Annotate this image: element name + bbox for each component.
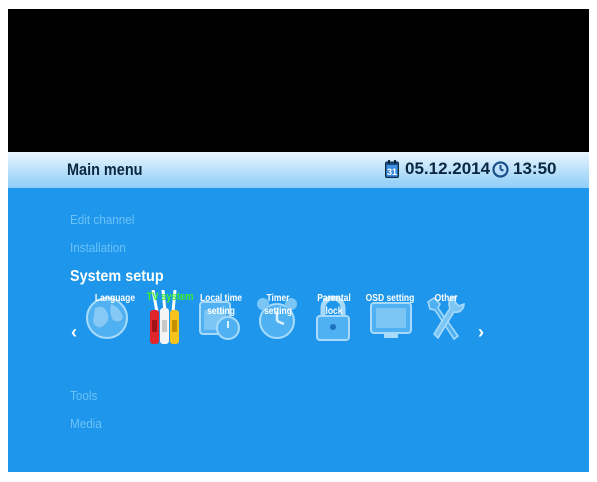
menu-item-system-setup[interactable]: System setup — [70, 268, 164, 286]
scroll-left-arrow[interactable]: ‹ — [71, 322, 77, 343]
date-text: 05.12.2014 — [405, 159, 491, 178]
submenu-label-other: Other — [434, 293, 458, 304]
svg-text:31: 31 — [387, 167, 397, 177]
menu-item-edit-channel[interactable]: Edit channel — [70, 212, 134, 227]
submenu-label-language: Language — [94, 293, 136, 304]
header-bar: Main menu 31 05.12.2014 13:50 — [8, 152, 589, 188]
clock-icon — [492, 160, 509, 178]
main-menu-screen: Main menu 31 05.12.2014 13:50 Edit chann… — [8, 152, 589, 472]
calendar-icon: 31 — [385, 160, 399, 178]
submenu-label-tv-system: TV system — [146, 291, 194, 303]
time-text: 13:50 — [513, 159, 557, 178]
page-title: Main menu — [67, 160, 143, 179]
submenu-label-parental-lock: Parental lock — [317, 293, 351, 317]
scroll-right-arrow[interactable]: › — [478, 322, 484, 343]
menu-item-tools[interactable]: Tools — [70, 388, 97, 403]
time-display: 13:50 — [492, 158, 556, 180]
submenu-label-local-time-setting: Local time setting — [199, 293, 243, 317]
menu-item-media[interactable]: Media — [70, 416, 102, 431]
menu-item-installation[interactable]: Installation — [70, 240, 126, 255]
date-display: 31 05.12.2014 — [385, 158, 490, 180]
osd-screen-icon — [370, 302, 412, 338]
submenu-label-timer-setting: Timer setting — [264, 293, 292, 317]
submenu-label-osd-setting: OSD setting — [365, 293, 415, 304]
